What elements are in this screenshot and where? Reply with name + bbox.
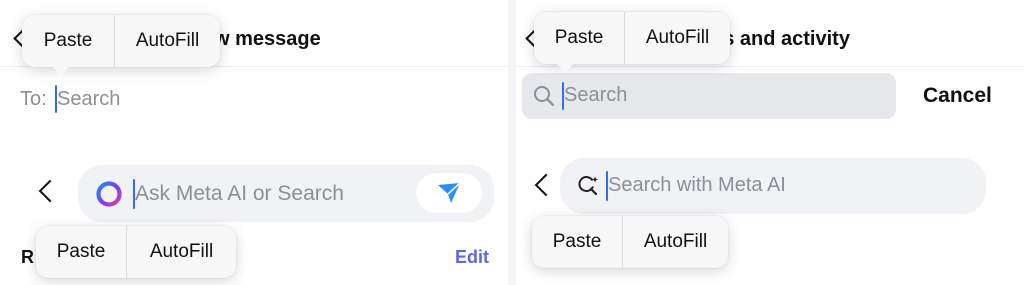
meta-ai-search-icon — [578, 176, 598, 196]
autofill-menu-item[interactable]: AutoFill — [623, 216, 728, 268]
back-chevron-icon[interactable] — [38, 179, 62, 203]
meta-ai-search-input[interactable]: Search with Meta AI — [608, 174, 786, 197]
menu-tail — [52, 66, 70, 76]
paste-menu-item[interactable]: Paste — [36, 226, 126, 278]
section-heading: R — [21, 247, 34, 267]
autofill-menu-item[interactable]: AutoFill — [115, 15, 220, 67]
autofill-menu-item[interactable]: AutoFill — [625, 12, 730, 64]
meta-ai-search-bar[interactable]: Search with Meta AI — [560, 158, 986, 214]
settings-search-input[interactable]: Search — [564, 84, 627, 107]
back-chevron-icon[interactable] — [534, 173, 558, 197]
edit-menu-bottom: Paste AutoFill — [36, 226, 236, 278]
new-message-panel: w message Paste AutoFill To: Search Ask … — [0, 0, 508, 285]
search-icon — [534, 86, 555, 107]
meta-ai-search-bar[interactable]: Ask Meta AI or Search — [78, 165, 494, 222]
recipient-search-input[interactable]: Search — [57, 88, 120, 111]
edit-menu-top: Paste AutoFill — [22, 15, 220, 76]
meta-ai-ring-icon — [96, 181, 122, 207]
edit-link[interactable]: Edit — [455, 247, 489, 268]
settings-search-field[interactable]: Search — [522, 73, 896, 119]
autofill-menu-item[interactable]: AutoFill — [127, 226, 236, 278]
to-label: To: — [20, 88, 47, 110]
header-title: w message — [214, 28, 321, 50]
send-button[interactable] — [416, 173, 482, 213]
settings-search-panel: gs and activity Paste AutoFill Search Ca… — [516, 0, 1024, 285]
menu-tail — [556, 63, 574, 73]
cancel-button[interactable]: Cancel — [923, 84, 992, 108]
paste-menu-item[interactable]: Paste — [534, 12, 624, 64]
paste-menu-item[interactable]: Paste — [532, 216, 622, 268]
meta-ai-search-input[interactable]: Ask Meta AI or Search — [135, 182, 344, 206]
header-divider — [516, 66, 1024, 67]
paste-menu-item[interactable]: Paste — [22, 15, 114, 67]
edit-menu-bottom: Paste AutoFill — [532, 216, 728, 268]
panel-divider — [508, 0, 516, 285]
send-icon — [438, 182, 461, 203]
edit-menu-top: Paste AutoFill — [534, 12, 730, 73]
header-title: gs and activity — [711, 28, 850, 50]
